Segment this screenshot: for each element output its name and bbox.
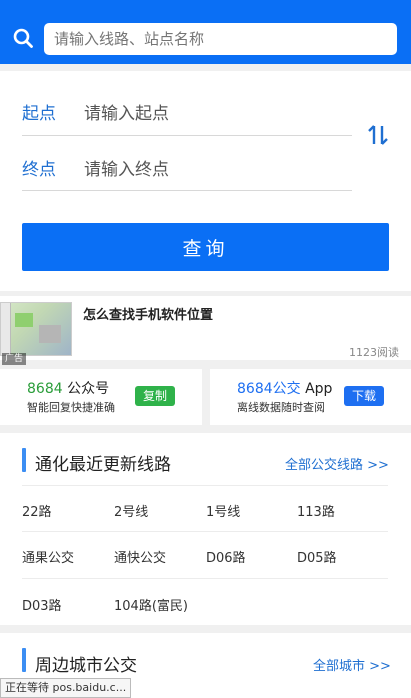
ad-title[interactable]: 怎么查找手机软件位置 (83, 304, 213, 323)
to-underline (22, 190, 352, 191)
route-link[interactable]: 113路 (297, 501, 335, 520)
app-promo-card: 8684公交 App 离线数据随时查阅 下载 (210, 369, 411, 425)
from-underline (22, 135, 352, 136)
route-link[interactable]: D05路 (297, 547, 337, 566)
route-link[interactable]: 通果公交 (22, 547, 74, 566)
wechat-promo-subtitle: 智能回复快捷准确 (27, 401, 115, 414)
wechat-promo-card: 8684 公众号 智能回复快捷准确 复制 (0, 369, 202, 425)
recent-lines-section: 通化最近更新线路 全部公交线路 >> 22路 2号线 1号线 113路 通果公交… (0, 433, 411, 625)
route-link[interactable]: D06路 (206, 547, 246, 566)
route-link[interactable]: 104路(富民) (114, 595, 188, 614)
from-input[interactable]: 请输入起点 (84, 99, 169, 124)
to-label: 终点 (22, 160, 56, 180)
route-link[interactable]: 1号线 (206, 501, 240, 520)
browser-status-text: 正在等待 pos.baidu.c... (0, 678, 132, 698)
route-link[interactable]: 2号线 (114, 501, 148, 520)
ad-item[interactable]: 广告 怎么查找手机软件位置 1123阅读 (0, 296, 411, 365)
all-lines-link[interactable]: 全部公交线路 >> (285, 454, 389, 473)
route-link[interactable]: 通快公交 (114, 547, 166, 566)
divider (22, 485, 388, 486)
route-link[interactable]: D03路 (22, 595, 62, 614)
divider (22, 531, 388, 532)
wechat-promo-title: 8684 公众号 (27, 381, 110, 397)
app-promo-subtitle: 离线数据随时查阅 (237, 401, 325, 414)
top-search-bar (0, 0, 411, 64)
all-cities-link[interactable]: 全部城市 >> (313, 655, 391, 674)
route-link[interactable]: 22路 (22, 501, 52, 520)
ad-thumbnail: 广告 (0, 302, 72, 365)
swap-icon[interactable] (366, 123, 390, 147)
recent-lines-title: 通化最近更新线路 (35, 455, 171, 475)
ad-read-count: 1123阅读 (349, 346, 399, 359)
to-input[interactable]: 请输入终点 (84, 155, 169, 180)
app-promo-title: 8684公交 App (237, 381, 333, 397)
from-label: 起点 (22, 104, 56, 124)
section-accent-bar (22, 448, 26, 472)
divider (22, 578, 388, 579)
download-button[interactable]: 下载 (344, 386, 385, 406)
route-query-panel: 起点 请输入起点 终点 请输入终点 查询 (0, 71, 411, 291)
nearby-cities-title: 周边城市公交 (35, 656, 137, 676)
ad-badge: 广告 (2, 353, 27, 365)
section-accent-bar (22, 648, 26, 672)
copy-button[interactable]: 复制 (135, 386, 176, 406)
search-input[interactable] (44, 23, 397, 55)
query-button[interactable]: 查询 (22, 223, 389, 271)
search-icon[interactable] (13, 28, 33, 48)
